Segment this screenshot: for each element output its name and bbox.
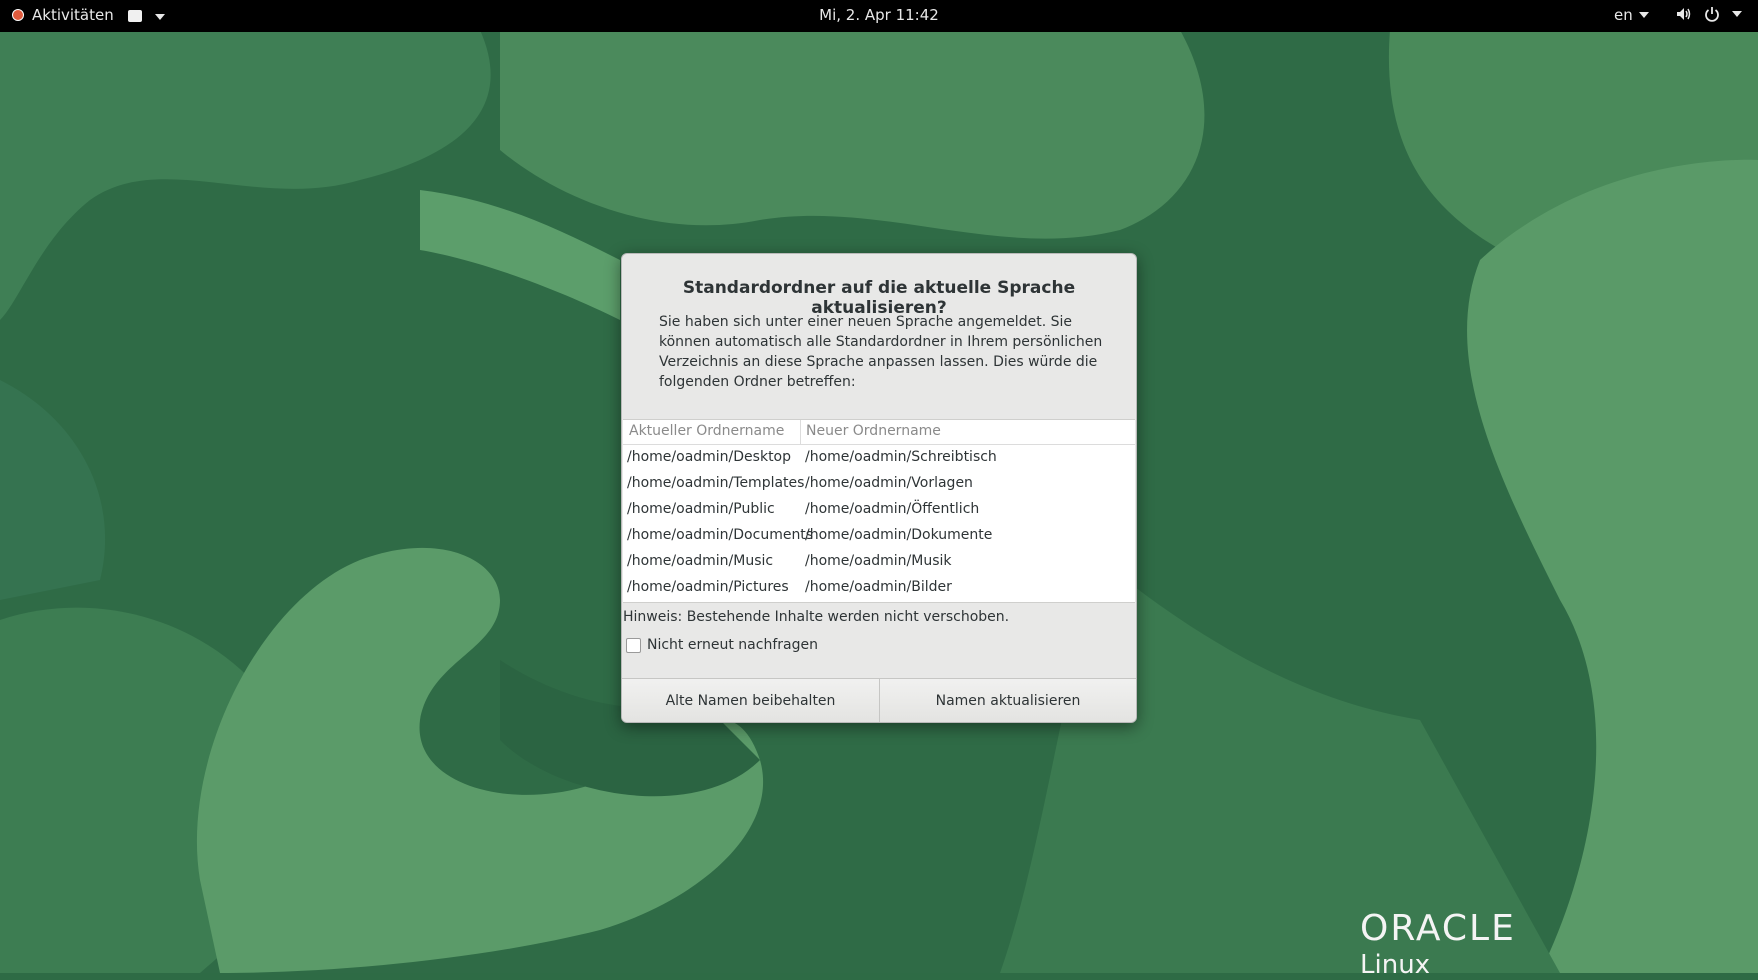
checkbox-label[interactable]: Nicht erneut nachfragen <box>647 637 818 653</box>
current-folder-name: /home/oadmin/Templates <box>627 475 805 491</box>
oracle-linux-logo: ORACLE Linux <box>1360 908 1516 980</box>
chevron-down-icon <box>1732 11 1742 17</box>
table-row[interactable]: /home/oadmin/Public /home/oadmin/Öffentl… <box>623 497 1135 523</box>
new-folder-name: /home/oadmin/Schreibtisch <box>805 449 997 465</box>
dont-ask-again-checkbox[interactable]: Nicht erneut nachfragen <box>626 637 818 653</box>
dialog-note: Hinweis: Bestehende Inhalte werden nicht… <box>623 609 1010 625</box>
checkbox-box[interactable] <box>626 637 641 653</box>
current-folder-name: /home/oadmin/Public <box>627 501 775 517</box>
folder-table: Aktueller Ordnername Neuer Ordnername /h… <box>623 419 1135 603</box>
logo-brand: ORACLE <box>1360 908 1516 949</box>
dialog-button-bar: Alte Namen beibehalten Namen aktualisier… <box>622 678 1136 722</box>
language-label: en <box>1614 6 1633 24</box>
update-names-button[interactable]: Namen aktualisieren <box>880 679 1136 722</box>
chevron-down-icon <box>1638 12 1649 18</box>
table-row[interactable]: /home/oadmin/Pictures /home/oadmin/Bilde… <box>623 575 1135 601</box>
table-header: Aktueller Ordnername Neuer Ordnername <box>623 420 1135 445</box>
system-menu[interactable] <box>1676 6 1742 22</box>
new-folder-name: /home/oadmin/Musik <box>805 553 952 569</box>
current-folder-name: /home/oadmin/Desktop <box>627 449 792 465</box>
column-header-new[interactable]: Neuer Ordnername <box>806 423 941 439</box>
table-row[interactable]: /home/oadmin/Music /home/oadmin/Musik <box>623 549 1135 575</box>
keep-old-names-button[interactable]: Alte Namen beibehalten <box>622 679 880 722</box>
column-divider <box>800 420 801 444</box>
new-folder-name: /home/oadmin/Bilder <box>805 579 952 595</box>
top-bar: Aktivitäten Mi, 2. Apr 11:42 en <box>0 0 1758 32</box>
current-folder-name: /home/oadmin/Documents <box>627 527 814 543</box>
power-icon <box>1705 7 1719 22</box>
volume-icon <box>1677 8 1691 20</box>
clock[interactable]: Mi, 2. Apr 11:42 <box>0 6 1758 24</box>
new-folder-name: /home/oadmin/Dokumente <box>805 527 993 543</box>
folder-rename-dialog: Standardordner auf die aktuelle Sprache … <box>621 253 1137 723</box>
dialog-message: Sie haben sich unter einer neuen Sprache… <box>659 314 1103 390</box>
table-row[interactable]: /home/oadmin/Templates /home/oadmin/Vorl… <box>623 471 1135 497</box>
table-row[interactable]: /home/oadmin/Documents /home/oadmin/Doku… <box>623 523 1135 549</box>
table-row[interactable]: /home/oadmin/Desktop /home/oadmin/Schrei… <box>623 445 1135 471</box>
logo-product: Linux <box>1360 950 1431 980</box>
column-header-current[interactable]: Aktueller Ordnername <box>629 423 784 439</box>
new-folder-name: /home/oadmin/Öffentlich <box>805 501 980 517</box>
language-selector[interactable]: en <box>1614 6 1649 24</box>
new-folder-name: /home/oadmin/Vorlagen <box>805 475 973 491</box>
current-folder-name: /home/oadmin/Pictures <box>627 579 789 595</box>
current-folder-name: /home/oadmin/Music <box>627 553 774 569</box>
